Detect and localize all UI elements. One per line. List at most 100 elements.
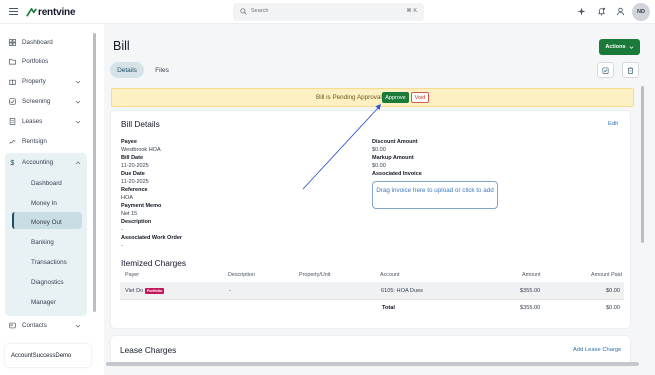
due-date-value: 11-20-2025 — [121, 179, 149, 185]
signature-icon — [9, 140, 16, 144]
table-row[interactable] — [120, 282, 624, 299]
search-shortcut: ⌘ K — [406, 8, 417, 14]
actions-label: Actions — [605, 44, 626, 50]
rentvine-logo-icon — [26, 7, 37, 17]
search-icon — [240, 8, 247, 15]
column-header-payer: Payer — [125, 272, 140, 278]
sidebar-item-label: Property — [22, 78, 46, 85]
sidebar-subitem-banking[interactable]: Banking — [31, 236, 54, 248]
building-icon — [9, 79, 16, 85]
column-header-property-unit: Property/Unit — [299, 272, 331, 278]
sidebar-item-rentsign[interactable]: Rentsign — [9, 135, 87, 148]
approve-check-button[interactable] — [597, 62, 614, 78]
menu-icon[interactable] — [9, 8, 18, 16]
sidebar-item-property[interactable]: Property — [9, 75, 87, 88]
sparkle-icon[interactable] — [577, 7, 586, 16]
account-switcher[interactable]: AccountSuccessDemo — [5, 344, 91, 367]
print-button[interactable] — [622, 62, 639, 78]
column-header-account: Account — [380, 272, 400, 278]
sidebar-subitem-money-out[interactable]: Money Out — [31, 216, 62, 228]
sidebar-item-leases[interactable]: Leases — [9, 115, 87, 128]
clipboard-check-icon — [602, 67, 609, 74]
payment-memo-label: Payment Memo — [121, 203, 162, 209]
markup-amount-value: $0.00 — [372, 163, 386, 169]
sidebar-item-label: Contacts — [22, 322, 47, 329]
sidebar-item-label: Rentsign — [22, 138, 47, 145]
avatar[interactable]: ND — [632, 3, 650, 21]
amount-cell: $355.00 — [520, 288, 541, 294]
payee-value: Westbrook HOA — [121, 147, 161, 153]
portfolio-badge: Portfolio — [145, 288, 164, 294]
void-button[interactable]: Void — [411, 92, 429, 103]
user-icon[interactable] — [616, 7, 625, 16]
divider — [120, 299, 624, 300]
sidebar-subitem-transactions[interactable]: Transactions — [31, 256, 67, 268]
edit-link[interactable]: Edit — [608, 121, 618, 127]
sidebar-item-accounting[interactable]: $ Accounting — [9, 156, 87, 169]
description-cell: - — [229, 288, 231, 294]
reference-label: Reference — [121, 187, 148, 193]
tab-files[interactable]: Files — [150, 62, 174, 78]
column-header-amount: Amount — [522, 272, 541, 278]
chevron-down-icon — [75, 100, 81, 104]
bill-date-value: 11-20-2025 — [121, 163, 149, 169]
payer-cell: Viet Do — [125, 288, 144, 294]
sidebar-item-label: Leases — [22, 118, 43, 125]
amount-paid-cell: $0.00 — [606, 288, 620, 294]
contacts-icon — [9, 322, 16, 329]
total-label: Total — [382, 305, 395, 311]
chevron-down-icon — [629, 45, 634, 49]
itemized-charges-title: Itemized Charges — [121, 258, 187, 268]
tab-details[interactable]: Details — [110, 62, 144, 78]
svg-text:$: $ — [10, 160, 14, 166]
dashboard-icon — [9, 39, 16, 46]
add-lease-charge-link[interactable]: Add Lease Charge — [573, 347, 621, 353]
sidebar-subitem-diagnostics[interactable]: Diagnostics — [31, 276, 64, 288]
actions-button[interactable]: Actions — [599, 39, 640, 55]
horizontal-scrollbar[interactable] — [106, 362, 639, 366]
sidebar-subitem-dashboard[interactable]: Dashboard — [31, 177, 62, 189]
bill-details-title: Bill Details — [121, 119, 160, 129]
screening-icon — [9, 98, 16, 105]
discount-amount-value: $0.00 — [372, 147, 386, 153]
search-placeholder: Search — [251, 8, 269, 14]
payee-label: Payee — [121, 139, 137, 145]
sidebar-item-portfolios[interactable]: Portfolios — [9, 55, 87, 68]
column-header-amount-paid: Amount Paid — [591, 272, 622, 278]
total-paid: $0.00 — [606, 305, 620, 311]
brand-logo[interactable]: rentvine — [26, 5, 76, 19]
main-scrollbar[interactable] — [641, 86, 644, 243]
sidebar-item-dashboard[interactable]: Dashboard — [9, 36, 87, 49]
markup-amount-label: Markup Amount — [372, 155, 414, 161]
work-order-value: - — [121, 243, 123, 249]
bell-icon[interactable] — [597, 7, 606, 16]
sidebar-scrollbar[interactable] — [93, 33, 96, 312]
folder-icon — [9, 58, 16, 65]
lease-charges-title: Lease Charges — [120, 345, 177, 355]
search-input[interactable]: Search ⌘ K — [233, 3, 424, 21]
page-title: Bill — [113, 39, 130, 53]
sidebar-item-screening[interactable]: Screening — [9, 95, 87, 108]
chevron-up-icon — [75, 160, 81, 164]
account-cell: 6105: HOA Dues — [381, 288, 423, 294]
sidebar-subitem-manager[interactable]: Manager — [31, 296, 56, 308]
chevron-down-icon — [75, 80, 81, 84]
bill-date-label: Bill Date — [121, 155, 144, 161]
invoice-dropzone[interactable]: Drag invoice here to upload or click to … — [372, 181, 498, 209]
top-bar: rentvine Search ⌘ K ND — [0, 0, 655, 24]
description-label: Description — [121, 219, 152, 225]
total-amount: $355.00 — [520, 305, 541, 311]
sidebar-item-label: Accounting — [22, 159, 54, 166]
sidebar-item-contacts[interactable]: Contacts — [9, 319, 87, 332]
payment-memo-value: Net 15 — [121, 211, 138, 217]
description-value: - — [121, 227, 123, 233]
column-header-description: Description — [228, 272, 255, 278]
sidebar-subitem-money-in[interactable]: Money In — [31, 197, 57, 209]
chevron-down-icon — [75, 120, 81, 124]
work-order-label: Associated Work Order — [121, 235, 183, 241]
approve-button[interactable]: Approve — [382, 92, 409, 103]
dollar-icon: $ — [10, 160, 14, 166]
sidebar-item-label: Screening — [22, 98, 51, 105]
clipboard-icon — [628, 67, 633, 74]
sidebar-item-label: Dashboard — [22, 39, 53, 46]
